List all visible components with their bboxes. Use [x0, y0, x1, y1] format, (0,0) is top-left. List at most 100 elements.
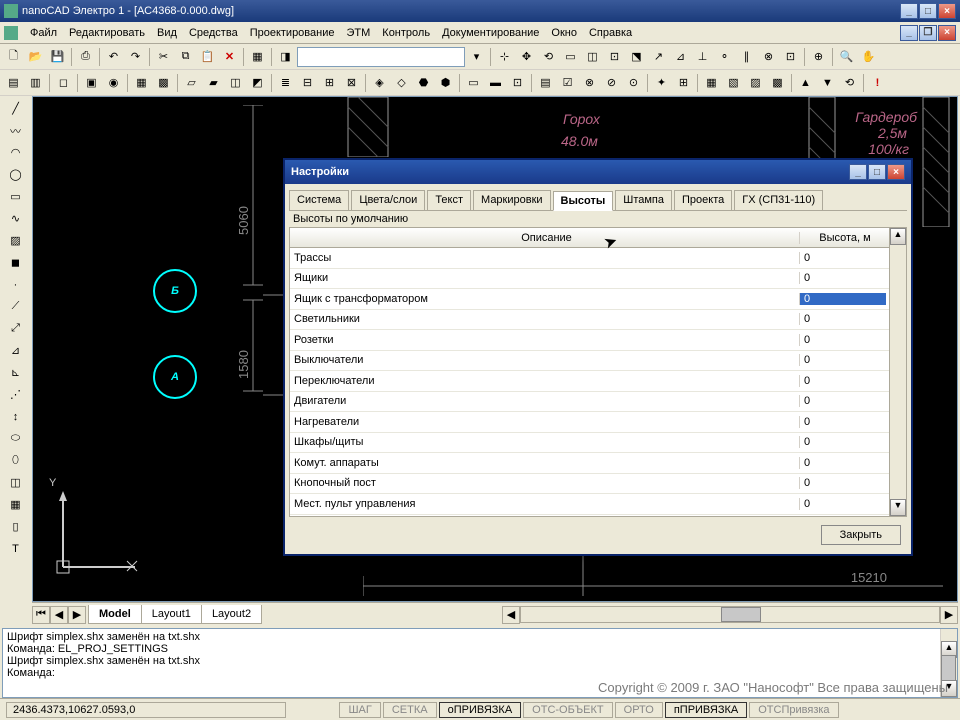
table-row[interactable]: Шкафы/щиты0: [290, 433, 906, 454]
el-tb-11-icon[interactable]: ◩: [247, 72, 268, 93]
tool-g-icon[interactable]: ▦: [4, 494, 27, 515]
el-tb-6-icon[interactable]: ▦: [131, 72, 152, 93]
grid-scroll-up-icon[interactable]: ▲: [890, 228, 906, 245]
new-icon[interactable]: 🗋: [3, 46, 24, 67]
el-tb-26-icon[interactable]: ⊘: [601, 72, 622, 93]
close-dialog-button[interactable]: Закрыть: [821, 525, 901, 545]
snap2-icon[interactable]: ✥: [516, 46, 537, 67]
el-tb-33-icon[interactable]: ▩: [767, 72, 788, 93]
layer-dropdown-icon[interactable]: ▾: [466, 46, 487, 67]
cell-height[interactable]: 0: [800, 457, 886, 469]
tool-d-icon[interactable]: ↕: [4, 406, 27, 427]
snap7-icon[interactable]: ⬔: [626, 46, 647, 67]
settings-tab-5[interactable]: Штампа: [615, 190, 672, 210]
snap11-icon[interactable]: ⚬: [714, 46, 735, 67]
el-tb-8-icon[interactable]: ▱: [181, 72, 202, 93]
el-tb-34-icon[interactable]: ▲: [795, 72, 816, 93]
copy-icon[interactable]: ⧉: [175, 46, 196, 67]
menu-справка[interactable]: Справка: [583, 25, 638, 41]
cell-height[interactable]: 0: [800, 313, 886, 325]
menu-проектирование[interactable]: Проектирование: [244, 25, 341, 41]
hscrollbar[interactable]: [520, 606, 940, 623]
tab-scroll-first-icon[interactable]: ⏮: [32, 606, 50, 624]
tool-h-icon[interactable]: ▯: [4, 516, 27, 537]
el-tb-25-icon[interactable]: ⊗: [579, 72, 600, 93]
el-tb-16-icon[interactable]: ◈: [369, 72, 390, 93]
table-row[interactable]: Ящик с трансформатором0: [290, 289, 906, 310]
heights-grid[interactable]: Описание Высота, м Трассы0Ящики0Ящик с т…: [289, 227, 907, 517]
el-tb-20-icon[interactable]: ▭: [463, 72, 484, 93]
dialog-maximize-button[interactable]: □: [868, 164, 886, 180]
point-icon[interactable]: ·: [4, 274, 27, 295]
text-icon[interactable]: T: [4, 538, 27, 559]
hscroll-right-icon[interactable]: ▶: [940, 606, 958, 624]
minimize-button[interactable]: _: [900, 3, 918, 19]
el-tb-37-icon[interactable]: !: [867, 72, 888, 93]
menu-вид[interactable]: Вид: [151, 25, 183, 41]
el-tb-10-icon[interactable]: ◫: [225, 72, 246, 93]
el-tb-7-icon[interactable]: ▩: [153, 72, 174, 93]
settings-tab-6[interactable]: Проекта: [674, 190, 732, 210]
el-tb-29-icon[interactable]: ⊞: [673, 72, 694, 93]
status-toggle-5[interactable]: пПРИВЯЗКА: [665, 702, 747, 718]
table-row[interactable]: Розетки0: [290, 330, 906, 351]
status-toggle-4[interactable]: ОРТО: [615, 702, 663, 718]
match-icon[interactable]: ▦: [247, 46, 268, 67]
table-row[interactable]: Кнопочный пост0: [290, 474, 906, 495]
polyline-icon[interactable]: 〰: [4, 120, 27, 141]
snap1-icon[interactable]: ⊹: [494, 46, 515, 67]
status-toggle-3[interactable]: ОТС-ОБЪЕКТ: [523, 702, 612, 718]
cut-icon[interactable]: ✂: [153, 46, 174, 67]
view-tab-model[interactable]: Model: [88, 605, 142, 624]
grid-scroll-down-icon[interactable]: ▼: [890, 499, 906, 516]
el-tb-18-icon[interactable]: ⬣: [413, 72, 434, 93]
layer-combo[interactable]: [297, 47, 465, 67]
cell-height[interactable]: 0: [800, 477, 886, 489]
cell-height[interactable]: 0: [800, 334, 886, 346]
tab-scroll-prev-icon[interactable]: ◀: [50, 606, 68, 624]
cell-height[interactable]: 0: [800, 354, 886, 366]
snap3-icon[interactable]: ⟲: [538, 46, 559, 67]
hatch-icon[interactable]: ▨: [4, 230, 27, 251]
tool-f-icon[interactable]: ◫: [4, 472, 27, 493]
el-tb-9-icon[interactable]: ▰: [203, 72, 224, 93]
el-tb-22-icon[interactable]: ⊡: [507, 72, 528, 93]
status-toggle-1[interactable]: СЕТКА: [383, 702, 437, 718]
maximize-button[interactable]: □: [919, 3, 937, 19]
paste-icon[interactable]: 📋: [197, 46, 218, 67]
cell-height[interactable]: 0: [800, 395, 886, 407]
snap10-icon[interactable]: ⊥: [692, 46, 713, 67]
snap9-icon[interactable]: ⊿: [670, 46, 691, 67]
open-icon[interactable]: 📂: [25, 46, 46, 67]
el-tb-13-icon[interactable]: ⊟: [297, 72, 318, 93]
redo-icon[interactable]: ↷: [125, 46, 146, 67]
col-height[interactable]: Высота, м: [800, 232, 886, 244]
el-tb-3-icon[interactable]: ◻: [53, 72, 74, 93]
el-tb-27-icon[interactable]: ⊙: [623, 72, 644, 93]
el-tb-32-icon[interactable]: ▨: [745, 72, 766, 93]
tool-a-icon[interactable]: ⊿: [4, 340, 27, 361]
construction-icon[interactable]: ⟋: [4, 296, 27, 317]
zoom-ext-icon[interactable]: 🔍: [836, 46, 857, 67]
cell-height[interactable]: 0: [800, 375, 886, 387]
settings-tab-1[interactable]: Цвета/слои: [351, 190, 425, 210]
cell-height[interactable]: 0: [800, 416, 886, 428]
el-tb-12-icon[interactable]: ≣: [275, 72, 296, 93]
menu-этм[interactable]: ЭТМ: [340, 25, 376, 41]
save-icon[interactable]: 💾: [47, 46, 68, 67]
table-row[interactable]: Трассы0: [290, 248, 906, 269]
status-toggle-2[interactable]: оПРИВЯЗКА: [439, 702, 522, 718]
tool-e-icon[interactable]: ⬯: [4, 450, 27, 471]
table-row[interactable]: Двигатели0: [290, 392, 906, 413]
el-tb-28-icon[interactable]: ✦: [651, 72, 672, 93]
el-tb-35-icon[interactable]: ▼: [817, 72, 838, 93]
tool-c-icon[interactable]: ⋰: [4, 384, 27, 405]
table-row[interactable]: Ящики0: [290, 269, 906, 290]
el-tb-31-icon[interactable]: ▧: [723, 72, 744, 93]
el-tb-17-icon[interactable]: ◇: [391, 72, 412, 93]
el-tb-4-icon[interactable]: ▣: [81, 72, 102, 93]
spline-icon[interactable]: ∿: [4, 208, 27, 229]
menu-окно[interactable]: Окно: [545, 25, 583, 41]
el-tb-1-icon[interactable]: ▤: [3, 72, 24, 93]
circle-icon[interactable]: ◯: [4, 164, 27, 185]
